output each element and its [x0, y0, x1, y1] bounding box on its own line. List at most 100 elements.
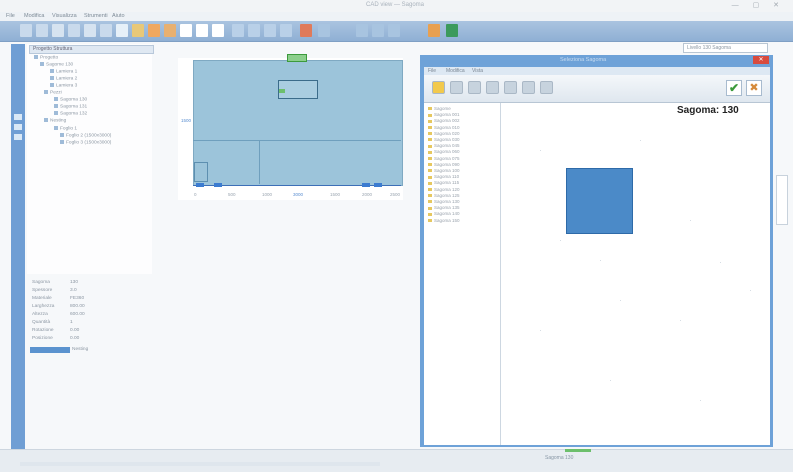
back-icon[interactable] [450, 81, 463, 94]
sagoma-list-item[interactable]: Sagoma 001 [428, 112, 460, 117]
sagoma-list-item[interactable]: Sagoma 060 [428, 149, 460, 154]
export-icon[interactable] [164, 24, 176, 37]
property-row[interactable]: Posizione 0.00 [30, 336, 150, 343]
report-icon[interactable] [212, 24, 224, 37]
property-row[interactable]: Larghezza 800.00 [30, 304, 150, 311]
paste-icon[interactable] [100, 24, 112, 37]
sagoma-shape[interactable] [566, 168, 633, 234]
sagoma-list-item[interactable]: Sagoma 030 [428, 137, 460, 142]
window-controls[interactable]: — ▢ ✕ [732, 1, 785, 9]
layers-icon[interactable] [318, 24, 330, 37]
zoom-icon[interactable] [232, 24, 244, 37]
sagoma-list-item[interactable]: Sagoma 090 [428, 162, 460, 167]
sagoma-list-item[interactable]: Sagoma 150 [428, 218, 460, 223]
sagoma-list-item[interactable]: Sagoma 130 [428, 199, 460, 204]
vertical-scrollbar[interactable] [776, 175, 788, 225]
forward-icon[interactable] [468, 81, 481, 94]
sagoma-list-item[interactable]: Sagome [428, 106, 451, 111]
refresh-icon[interactable] [486, 81, 499, 94]
sagoma-list-item[interactable]: Sagoma 020 [428, 131, 460, 136]
tool-icon[interactable] [428, 24, 440, 37]
sheet-icon[interactable] [196, 24, 208, 37]
sagoma-list-item[interactable]: Sagoma 045 [428, 143, 460, 148]
sagoma-list-item[interactable]: Sagoma 075 [428, 156, 460, 161]
sagoma-list-item[interactable]: Sagoma 010 [428, 125, 460, 130]
sagoma-list-item[interactable]: Sagoma 125 [428, 193, 460, 198]
tree-node[interactable]: Lamiera 2 [50, 76, 77, 81]
property-row[interactable]: Quantità 1 [30, 320, 150, 327]
confirm-button[interactable]: ✔ [726, 80, 742, 96]
import-icon[interactable] [148, 24, 160, 37]
property-row[interactable]: Altezza 600.00 [30, 312, 150, 319]
cancel-button[interactable]: ✖ [746, 80, 762, 96]
star-icon[interactable] [432, 81, 445, 94]
rotate-icon[interactable] [522, 81, 535, 94]
folder-icon [428, 175, 432, 179]
sagoma-list-item[interactable]: Sagoma 115 [428, 180, 459, 185]
tree-node[interactable]: Nesting [44, 118, 66, 123]
window-title: CAD view — Sagoma [365, 2, 425, 8]
menu-tools[interactable]: Strumenti [84, 13, 108, 19]
property-row[interactable]: Spessore 3.0 [30, 288, 150, 295]
sagoma-list-item[interactable]: Sagoma 002 [428, 118, 460, 123]
menu-view[interactable]: Visualizza [52, 13, 77, 19]
sheet-preview[interactable] [193, 60, 403, 186]
undo-icon[interactable] [116, 24, 128, 37]
options-icon[interactable] [388, 24, 400, 37]
properties-panel: Sagoma 130 Spessore 3.0 Materiale FE360 Lar… [30, 276, 150, 356]
sagoma-list-item[interactable]: Sagoma 100 [428, 168, 460, 173]
tools-icon[interactable] [14, 114, 22, 120]
sagoma-list-item[interactable]: Sagoma 140 [428, 211, 460, 216]
tree-node[interactable]: Sagoma 132 [54, 111, 87, 116]
property-row[interactable]: Sagoma 130 [30, 280, 150, 287]
menu-edit[interactable]: Modifica [24, 13, 44, 19]
fit-icon[interactable] [264, 24, 276, 37]
tree-node[interactable]: Foglio 3 (1500x3000) [60, 140, 111, 145]
folder-icon[interactable] [132, 24, 144, 37]
search-icon[interactable] [504, 81, 517, 94]
sheet-marker[interactable] [287, 54, 307, 62]
zoom-icon[interactable] [540, 81, 553, 94]
property-row[interactable]: Rotazione 0.00 [30, 328, 150, 335]
page-icon[interactable] [180, 24, 192, 37]
tree-node[interactable]: Lamiera 3 [50, 83, 77, 88]
sagoma-list-item[interactable]: Sagoma 135 [428, 205, 460, 210]
selected-property[interactable] [30, 347, 70, 353]
layers-side-icon[interactable] [14, 124, 22, 130]
run-icon[interactable] [446, 24, 458, 37]
copy-icon[interactable] [84, 24, 96, 37]
tree-node[interactable]: Foglio 2 (1500x3000) [60, 133, 111, 138]
layer-selector[interactable]: Livello 130 Sagoma [683, 43, 768, 53]
property-row[interactable]: Materiale FE360 [30, 296, 150, 303]
tree-node[interactable]: Sagoma 130 [54, 97, 87, 102]
tree-node[interactable]: Sagome 130 [40, 62, 73, 67]
snap-icon[interactable] [372, 24, 384, 37]
tree-node[interactable]: Lamiera 1 [50, 69, 77, 74]
folder-icon [44, 118, 48, 122]
sagoma-list-item[interactable]: Sagoma 110 [428, 174, 459, 179]
menu-help[interactable]: Aiuto [112, 13, 125, 19]
dialog-menu-edit[interactable]: Modifica [446, 68, 465, 74]
dialog-menu-file[interactable]: File [428, 68, 436, 74]
measure-icon[interactable] [356, 24, 368, 37]
tree-tab[interactable]: Progetto Struttura [29, 45, 154, 54]
menu-file[interactable]: File [6, 13, 15, 19]
sagoma-list-item[interactable]: Sagoma 120 [428, 187, 460, 192]
pan-icon[interactable] [248, 24, 260, 37]
dialog-menu-view[interactable]: Vista [472, 68, 483, 74]
tree-node[interactable]: Progetto [34, 55, 58, 60]
y-axis-label: 1500 [181, 118, 192, 123]
tree-node[interactable]: Sagoma 131 [54, 104, 87, 109]
new-file-icon[interactable] [20, 24, 32, 37]
tree-node[interactable]: Pezzi [44, 90, 62, 95]
open-file-icon[interactable] [36, 24, 48, 37]
tree-node[interactable]: Foglio 1 [54, 126, 77, 131]
list-divider[interactable] [500, 103, 501, 445]
nesting-icon[interactable] [300, 24, 312, 37]
cut-icon[interactable] [68, 24, 80, 37]
placed-part[interactable] [194, 162, 208, 182]
close-button[interactable]: ✕ [753, 56, 769, 64]
grid-icon[interactable] [280, 24, 292, 37]
properties-icon[interactable] [14, 134, 22, 140]
save-icon[interactable] [52, 24, 64, 37]
